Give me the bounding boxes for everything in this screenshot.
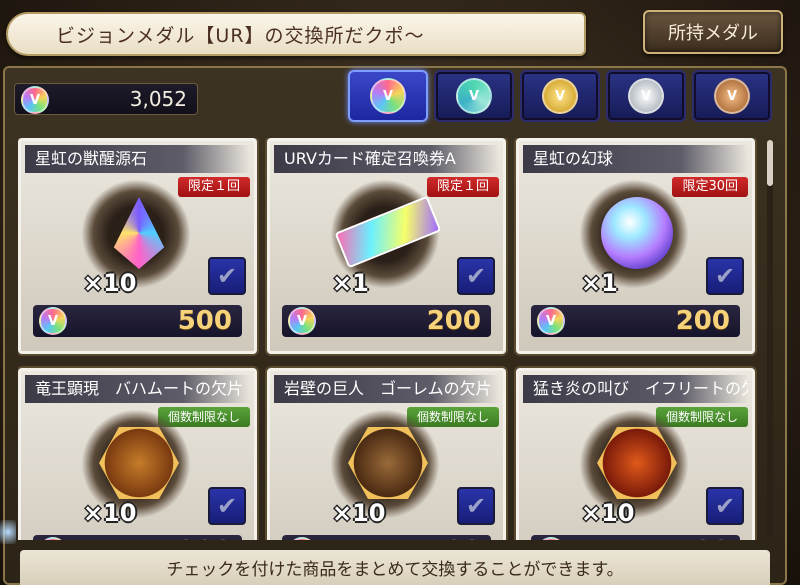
medal-tabs: V V V V V bbox=[348, 70, 772, 122]
teal-medal-icon: V bbox=[456, 78, 492, 114]
price-bar: V 200 bbox=[282, 305, 491, 337]
price-bar: V 500 bbox=[33, 305, 242, 337]
check-icon: ✔ bbox=[714, 492, 736, 520]
item-quantity: ×1 bbox=[332, 269, 369, 297]
item-name: 岩壁の巨人 ゴーレムの欠片 bbox=[274, 375, 499, 403]
rainbow-medal-icon: V bbox=[288, 307, 316, 335]
item-name: 竜王顕現 バハムートの欠片 bbox=[25, 375, 250, 403]
price-bar: V 200 bbox=[33, 535, 242, 540]
item-name: URVカード確定召喚券A bbox=[274, 145, 499, 173]
medal-balance: V 3,052 bbox=[14, 83, 198, 115]
item-price: 200 bbox=[675, 306, 730, 336]
item-name: 星虹の獣醒源石 bbox=[25, 145, 250, 173]
item-quantity: ×10 bbox=[581, 499, 635, 527]
rainbow-medal-icon: V bbox=[370, 78, 406, 114]
footer-hint: チェックを付けた商品をまとめて交換することができます。 bbox=[20, 550, 770, 585]
select-checkbox[interactable]: ✔ bbox=[706, 487, 744, 525]
check-icon: ✔ bbox=[465, 492, 487, 520]
tab-silver-medal[interactable]: V bbox=[606, 70, 686, 122]
glow-effect bbox=[0, 520, 16, 544]
medal-balance-amount: 3,052 bbox=[129, 87, 187, 111]
check-icon: ✔ bbox=[714, 262, 736, 290]
item-price: 100 bbox=[676, 535, 730, 540]
footer-hint-text: チェックを付けた商品をまとめて交換することができます。 bbox=[166, 560, 624, 580]
item-card[interactable]: 岩壁の巨人 ゴーレムの欠片 個数制限なし ×10 ✔ V 100 bbox=[267, 368, 506, 540]
item-price: 100 bbox=[427, 535, 481, 540]
check-icon: ✔ bbox=[465, 262, 487, 290]
check-icon: ✔ bbox=[216, 262, 238, 290]
price-bar: V 100 bbox=[531, 535, 740, 540]
rainbow-medal-icon: V bbox=[21, 86, 49, 114]
limit-badge: 限定１回 bbox=[177, 177, 250, 197]
rainbow-medal-icon: V bbox=[288, 537, 316, 540]
tab-teal-medal[interactable]: V bbox=[434, 70, 514, 122]
price-bar: V 100 bbox=[282, 535, 491, 540]
owned-medals-label: 所持メダル bbox=[668, 23, 758, 44]
gold-medal-icon: V bbox=[542, 78, 578, 114]
item-quantity: ×1 bbox=[581, 269, 618, 297]
item-price: 500 bbox=[177, 306, 232, 336]
item-quantity: ×10 bbox=[83, 269, 137, 297]
rainbow-medal-icon: V bbox=[39, 537, 67, 540]
select-checkbox[interactable]: ✔ bbox=[208, 487, 246, 525]
item-card[interactable]: 猛き炎の叫び イフリートの欠片 個数制限なし ×10 ✔ V 100 bbox=[516, 368, 755, 540]
rainbow-medal-icon: V bbox=[537, 537, 565, 540]
item-quantity: ×10 bbox=[332, 499, 386, 527]
item-quantity: ×10 bbox=[83, 499, 137, 527]
tab-rainbow-medal[interactable]: V bbox=[348, 70, 428, 122]
limit-badge: 限定30回 bbox=[672, 177, 748, 197]
tab-bronze-medal[interactable]: V bbox=[692, 70, 772, 122]
select-checkbox[interactable]: ✔ bbox=[457, 487, 495, 525]
item-card[interactable]: 星虹の幻球 限定30回 ×1 ✔ V 200 bbox=[516, 138, 755, 354]
select-checkbox[interactable]: ✔ bbox=[208, 257, 246, 295]
shop-title: ビジョンメダル【UR】の交換所だクポ～ bbox=[56, 24, 425, 47]
rainbow-orb-icon bbox=[601, 197, 673, 269]
item-name: 猛き炎の叫び イフリートの欠片 bbox=[523, 375, 748, 403]
bronze-medal-icon: V bbox=[714, 78, 750, 114]
item-price: 200 bbox=[426, 306, 481, 336]
select-checkbox[interactable]: ✔ bbox=[706, 257, 744, 295]
item-card[interactable]: 星虹の獣醒源石 限定１回 ×10 ✔ V 500 bbox=[18, 138, 257, 354]
scrollbar-thumb[interactable] bbox=[767, 140, 773, 186]
tab-gold-medal[interactable]: V bbox=[520, 70, 600, 122]
rainbow-medal-icon: V bbox=[537, 307, 565, 335]
shop-title-banner: ビジョンメダル【UR】の交換所だクポ～ bbox=[6, 12, 586, 56]
item-name: 星虹の幻球 bbox=[523, 145, 748, 173]
select-checkbox[interactable]: ✔ bbox=[457, 257, 495, 295]
item-card[interactable]: 竜王顕現 バハムートの欠片 個数制限なし ×10 ✔ V 200 bbox=[18, 368, 257, 540]
silver-medal-icon: V bbox=[628, 78, 664, 114]
check-icon: ✔ bbox=[216, 492, 238, 520]
item-list-scrollbar[interactable] bbox=[767, 140, 773, 536]
item-grid: 星虹の獣醒源石 限定１回 ×10 ✔ V 500 URVカード確定召喚券A 限定… bbox=[18, 138, 760, 540]
rainbow-medal-icon: V bbox=[39, 307, 67, 335]
item-card[interactable]: URVカード確定召喚券A 限定１回 ×1 ✔ V 200 bbox=[267, 138, 506, 354]
owned-medals-button[interactable]: 所持メダル bbox=[643, 10, 783, 54]
limit-badge: 限定１回 bbox=[426, 177, 499, 197]
price-bar: V 200 bbox=[531, 305, 740, 337]
item-price: 200 bbox=[178, 535, 232, 540]
